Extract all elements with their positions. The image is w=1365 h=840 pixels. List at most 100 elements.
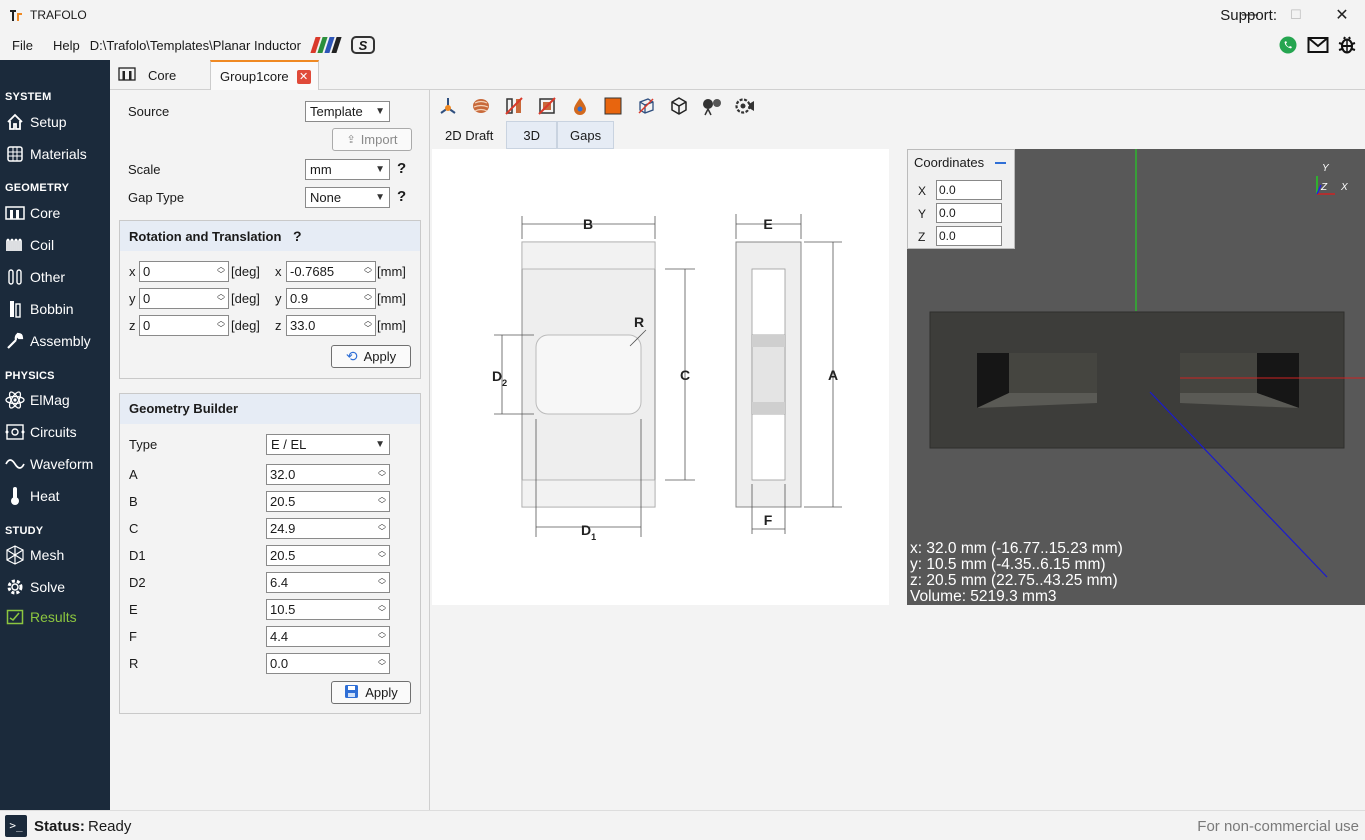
- scale-select[interactable]: mm ▼: [305, 159, 390, 180]
- collapse-icon[interactable]: [995, 162, 1006, 164]
- tab-gaps[interactable]: Gaps: [557, 121, 615, 149]
- sidebar-item-heat[interactable]: Heat: [5, 484, 60, 508]
- param-input[interactable]: 0.0 ︿ ﹀: [266, 653, 390, 674]
- param-input[interactable]: 20.5 ︿ ﹀: [266, 491, 390, 512]
- sidebar-item-solve[interactable]: Solve: [5, 575, 65, 599]
- sidebar-item-waveform[interactable]: Waveform: [5, 452, 93, 476]
- scale-help-icon[interactable]: ?: [397, 160, 406, 177]
- sidebar-item-setup[interactable]: Setup: [5, 110, 67, 134]
- axes-icon[interactable]: [437, 95, 459, 117]
- tab-2d-draft[interactable]: 2D Draft: [432, 121, 507, 149]
- spin-arrows-icon[interactable]: ︿ ﹀: [364, 290, 372, 306]
- close-button[interactable]: ✕: [1319, 0, 1365, 30]
- unit-mm: [mm]: [377, 318, 406, 333]
- param-input[interactable]: 10.5 ︿ ﹀: [266, 599, 390, 620]
- close-tab-icon[interactable]: ✕: [296, 69, 311, 84]
- sidebar-item-other[interactable]: Other: [5, 265, 65, 289]
- rot-z-input[interactable]: 0 ︿ ﹀: [139, 315, 229, 336]
- geometry-builder-group: Geometry Builder Type E / EL ▼ A 32.0 ︿ ﹀ B 2…: [119, 393, 421, 714]
- rotation-title-text: Rotation and Translation: [129, 229, 282, 244]
- hide-core-icon[interactable]: [503, 95, 525, 117]
- param-label: F: [129, 629, 137, 644]
- coil-view-icon[interactable]: [470, 95, 492, 117]
- tab-core[interactable]: Core: [118, 60, 210, 90]
- circuits-icon: [5, 422, 25, 442]
- maximize-button[interactable]: ☐: [1273, 0, 1319, 30]
- spin-arrows-icon[interactable]: ︿ ﹀: [364, 317, 372, 333]
- apply-geometry-button[interactable]: Apply: [331, 681, 411, 704]
- coord-z-input[interactable]: 0.0: [936, 226, 1002, 246]
- video-settings-icon[interactable]: [734, 95, 756, 117]
- param-input[interactable]: 4.4 ︿ ﹀: [266, 626, 390, 647]
- menu-file[interactable]: File: [6, 38, 39, 53]
- unit-mm: [mm]: [377, 264, 406, 279]
- spin-arrows-icon[interactable]: ︿ ﹀: [217, 263, 225, 279]
- rot-x-input[interactable]: 0 ︿ ﹀: [139, 261, 229, 282]
- sidebar-item-assembly[interactable]: Assembly: [5, 329, 91, 353]
- spin-arrows-icon[interactable]: ︿ ﹀: [378, 574, 386, 590]
- rotation-group-title: Rotation and Translation ?: [120, 221, 420, 251]
- spin-arrows-icon[interactable]: ︿ ﹀: [378, 628, 386, 644]
- whatsapp-icon[interactable]: [1278, 35, 1298, 55]
- menu-help[interactable]: Help: [47, 38, 86, 53]
- trans-z-input[interactable]: 33.0 ︿ ﹀: [286, 315, 376, 336]
- solid-square-icon[interactable]: [602, 95, 624, 117]
- spin-arrows-icon[interactable]: ︿ ﹀: [378, 547, 386, 563]
- rotation-help-icon[interactable]: ?: [293, 228, 302, 244]
- sidebar-item-materials[interactable]: Materials: [5, 142, 87, 166]
- spin-arrows-icon[interactable]: ︿ ﹀: [217, 317, 225, 333]
- param-value: 10.5: [270, 602, 296, 617]
- sidebar-item-coil[interactable]: Coil: [5, 233, 54, 257]
- email-icon[interactable]: [1307, 35, 1329, 55]
- terminal-icon[interactable]: >_: [5, 815, 27, 837]
- spin-arrows-icon[interactable]: ︿ ﹀: [378, 655, 386, 671]
- sidebar-item-label: Materials: [30, 146, 87, 162]
- scale-value: mm: [310, 162, 332, 177]
- import-label: Import: [360, 132, 398, 147]
- coord-y-input[interactable]: 0.0: [936, 203, 1002, 223]
- spin-arrows-icon[interactable]: ︿ ﹀: [378, 520, 386, 536]
- param-input[interactable]: 24.9 ︿ ﹀: [266, 518, 390, 539]
- tab-3d[interactable]: 3D: [506, 121, 558, 149]
- axis-y-label: Y: [1322, 163, 1330, 174]
- import-icon: ⇪: [346, 134, 356, 146]
- hide-coil-icon[interactable]: [536, 95, 558, 117]
- trans-y-input[interactable]: 0.9 ︿ ﹀: [286, 288, 376, 309]
- sidebar-item-circuits[interactable]: Circuits: [5, 420, 77, 444]
- sidebar-item-results[interactable]: Results: [5, 605, 77, 629]
- water-drop-icon[interactable]: [569, 95, 591, 117]
- gap-help-icon[interactable]: ?: [397, 188, 406, 205]
- tab-group1core[interactable]: Group1core ✕: [210, 60, 319, 91]
- cube-icon[interactable]: [668, 95, 690, 117]
- core-type-select[interactable]: E / EL ▼: [266, 434, 390, 455]
- param-input[interactable]: 6.4 ︿ ﹀: [266, 572, 390, 593]
- bug-report-icon[interactable]: [1337, 35, 1357, 55]
- spin-arrows-icon[interactable]: ︿ ﹀: [364, 263, 372, 279]
- coord-x-input[interactable]: 0.0: [936, 180, 1002, 200]
- camera-rig-icon[interactable]: [701, 95, 723, 117]
- spin-arrows-icon[interactable]: ︿ ﹀: [217, 290, 225, 306]
- spin-arrows-icon[interactable]: ︿ ﹀: [378, 601, 386, 617]
- param-input[interactable]: 20.5 ︿ ﹀: [266, 545, 390, 566]
- rot-y-input[interactable]: 0 ︿ ﹀: [139, 288, 229, 309]
- sidebar-item-bobbin[interactable]: Bobbin: [5, 297, 74, 321]
- waveform-icon: [5, 454, 25, 474]
- trans-x-input[interactable]: -0.7685 ︿ ﹀: [286, 261, 376, 282]
- spin-arrows-icon[interactable]: ︿ ﹀: [378, 493, 386, 509]
- sidebar-item-label: Bobbin: [30, 301, 74, 317]
- sidebar-item-elmag[interactable]: ElMag: [5, 388, 70, 412]
- 3d-viewport[interactable]: Y Z X Coordinates X 0.0 Y 0.0 Z 0.0 x: 3…: [907, 149, 1365, 605]
- sidebar-item-mesh[interactable]: Mesh: [5, 543, 64, 567]
- gap-type-select[interactable]: None ▼: [305, 187, 390, 208]
- param-input[interactable]: 32.0 ︿ ﹀: [266, 464, 390, 485]
- view-tabs: 2D Draft 3D Gaps: [432, 121, 615, 149]
- viewport-x-extent: x: 32.0 mm (-16.77..15.23 mm): [910, 540, 1123, 557]
- import-button[interactable]: ⇪ Import: [332, 128, 412, 151]
- apply-transform-button[interactable]: ⟲ Apply: [331, 345, 411, 368]
- param-label: R: [129, 656, 139, 671]
- wireframe-icon[interactable]: [635, 95, 657, 117]
- sidebar-item-label: Mesh: [30, 547, 65, 563]
- sidebar-item-core[interactable]: Core: [5, 201, 60, 225]
- spin-arrows-icon[interactable]: ︿ ﹀: [378, 466, 386, 482]
- source-select[interactable]: Template ▼: [305, 101, 390, 122]
